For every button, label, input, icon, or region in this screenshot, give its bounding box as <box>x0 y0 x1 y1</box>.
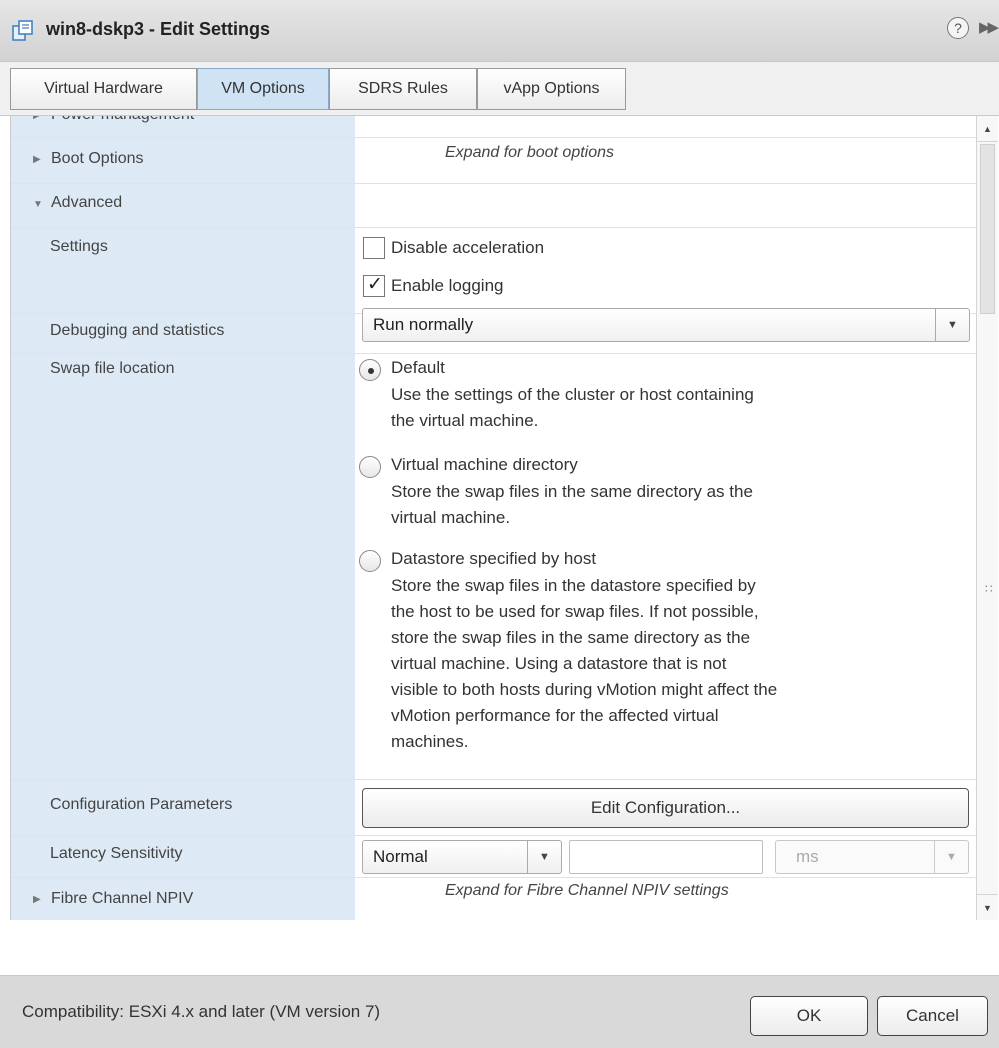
panel-resize-grip-icon[interactable]: ∷ <box>985 582 993 596</box>
tab-bar: Virtual Hardware VM Options SDRS Rules v… <box>0 62 999 116</box>
debugging-select[interactable]: Run normally ▼ <box>362 308 970 342</box>
expand-arrow-icon: ▶ <box>33 894 41 905</box>
chevron-down-icon: ▼ <box>935 309 969 341</box>
tab-vapp-options[interactable]: vApp Options <box>477 68 626 110</box>
debugging-row: Debugging and statistics Run normally ▼ <box>11 308 976 354</box>
latency-label: Latency Sensitivity <box>50 845 183 862</box>
tab-virtual-hardware[interactable]: Virtual Hardware <box>10 68 197 110</box>
scroll-down-arrow-icon[interactable]: ▼ <box>977 894 998 920</box>
config-params-label: Configuration Parameters <box>50 796 233 813</box>
debugging-label: Debugging and statistics <box>50 322 225 339</box>
edit-configuration-button[interactable]: Edit Configuration... <box>362 788 969 828</box>
expand-panel-icon[interactable]: ▶▶ <box>979 18 999 36</box>
enable-logging-checkbox[interactable]: ✓ <box>363 274 385 297</box>
fibre-channel-label: Fibre Channel NPIV <box>51 890 194 907</box>
swap-vm-directory-desc: Store the swap files in the same directo… <box>391 482 753 527</box>
window-titlebar: win8-dskp3 - Edit Settings ? ▶▶ <box>0 0 999 62</box>
settings-label: Settings <box>50 238 108 255</box>
advanced-label: Advanced <box>51 194 123 211</box>
debugging-select-value: Run normally <box>373 315 474 334</box>
swap-vm-directory-label[interactable]: Virtual machine directory <box>391 455 578 475</box>
fibre-channel-row[interactable]: ▶ Fibre Channel NPIV Expand for Fibre Ch… <box>11 878 976 920</box>
boot-options-row[interactable]: ▶ Boot Options Expand for boot options <box>11 138 976 184</box>
checkmark-icon: ✓ <box>367 274 383 295</box>
expand-arrow-icon: ▶ <box>33 116 41 121</box>
cancel-button[interactable]: Cancel <box>877 996 988 1036</box>
radio-selected-dot <box>368 368 374 374</box>
tab-sdrs-rules[interactable]: SDRS Rules <box>329 68 477 110</box>
dialog-footer: Compatibility: ESXi 4.x and later (VM ve… <box>0 975 999 1048</box>
swap-file-label: Swap file location <box>50 360 175 377</box>
swap-datastore-radio[interactable] <box>359 550 381 572</box>
options-panel: ▶ Power management ▶ Boot Options Expand… <box>10 116 976 920</box>
collapse-arrow-icon: ▼ <box>33 199 43 210</box>
swap-datastore-label[interactable]: Datastore specified by host <box>391 549 596 569</box>
disable-acceleration-checkbox[interactable] <box>363 237 385 259</box>
help-icon[interactable]: ? <box>947 17 969 39</box>
swap-file-row: Swap file location Default Use the setti… <box>11 354 976 780</box>
boot-options-label: Boot Options <box>51 150 144 167</box>
swap-default-label[interactable]: Default <box>391 358 445 378</box>
settings-row: Settings Disable acceleration ✓ Enable l… <box>11 228 976 314</box>
latency-select-value: Normal <box>373 847 428 866</box>
latency-unit-value: ms <box>796 847 819 866</box>
latency-row: Latency Sensitivity Normal ▼ ms ▼ <box>11 836 976 878</box>
enable-logging-label[interactable]: Enable logging <box>391 276 503 296</box>
boot-options-note: Expand for boot options <box>445 144 615 161</box>
disable-acceleration-label[interactable]: Disable acceleration <box>391 238 544 258</box>
swap-default-radio[interactable] <box>359 359 381 381</box>
swap-datastore-desc: Store the swap files in the datastore sp… <box>391 576 778 751</box>
vertical-scrollbar[interactable]: ▲ ▼ <box>976 116 998 920</box>
chevron-down-icon: ▼ <box>934 841 968 873</box>
config-params-row: Configuration Parameters Edit Configurat… <box>11 780 976 836</box>
latency-unit-select: ms ▼ <box>775 840 969 874</box>
swap-default-desc: Use the settings of the cluster or host … <box>391 385 754 430</box>
fibre-channel-note: Expand for Fibre Channel NPIV settings <box>445 882 729 899</box>
latency-select[interactable]: Normal ▼ <box>362 840 562 874</box>
compatibility-text: Compatibility: ESXi 4.x and later (VM ve… <box>22 1002 381 1021</box>
expand-arrow-icon: ▶ <box>33 154 41 165</box>
swap-vm-directory-radio[interactable] <box>359 456 381 478</box>
power-management-label: Power management <box>51 116 194 124</box>
ok-button[interactable]: OK <box>750 996 868 1036</box>
virtual-machine-icon <box>12 20 33 41</box>
chevron-down-icon: ▼ <box>527 841 561 873</box>
scroll-up-arrow-icon[interactable]: ▲ <box>977 116 998 142</box>
window-title: win8-dskp3 - Edit Settings <box>46 19 271 39</box>
power-management-row[interactable]: ▶ Power management <box>11 116 976 138</box>
scroll-thumb[interactable] <box>980 144 995 314</box>
advanced-row[interactable]: ▼ Advanced <box>11 184 976 228</box>
latency-value-input[interactable] <box>569 840 763 874</box>
tab-vm-options[interactable]: VM Options <box>197 68 329 110</box>
